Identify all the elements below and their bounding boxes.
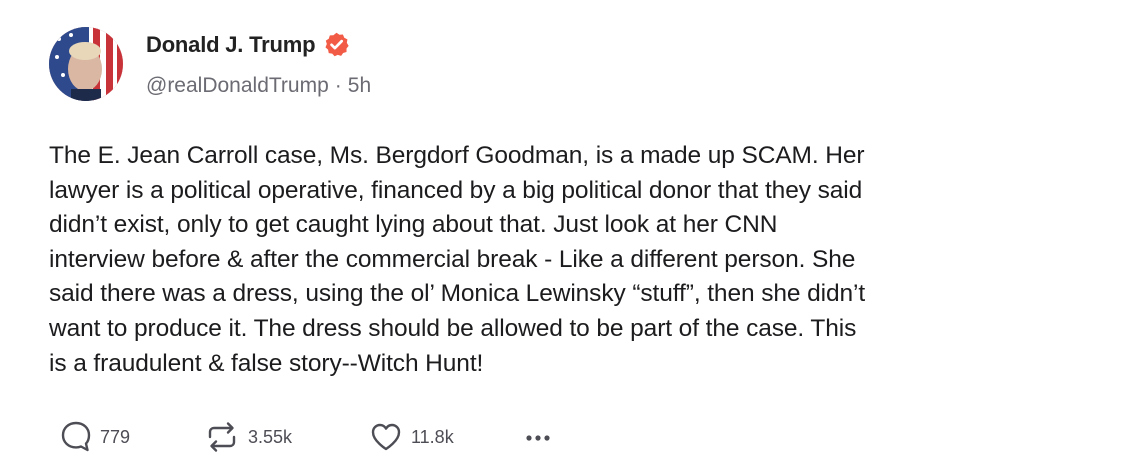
like-count: 11.8k [411, 426, 454, 447]
verified-badge-icon [323, 31, 350, 58]
post-actions: 779 3.55k 11.8k [60, 420, 620, 456]
author-handle[interactable]: @realDonaldTrump [146, 74, 329, 97]
reply-count: 779 [100, 426, 131, 447]
repost-arrows-icon [208, 422, 236, 452]
post-text-line: The E. Jean Carroll case, Ms. Bergdorf G… [49, 142, 865, 169]
post-timestamp[interactable]: 5h [348, 74, 371, 97]
author-row: Donald J. Trump [146, 31, 350, 58]
reply-button[interactable]: 779 [60, 420, 130, 454]
like-button[interactable]: 11.8k [369, 420, 454, 454]
meta-separator: · [334, 74, 342, 97]
retruth-button[interactable]: 3.55k [204, 420, 292, 454]
post-text-line: didn’t exist, only to get caught lying a… [49, 211, 778, 239]
author-avatar[interactable] [49, 27, 123, 101]
truth-post: Donald J. Trump @realDonaldTrump · 5h The … [0, 0, 1145, 475]
speech-bubble-icon [61, 421, 91, 452]
post-text-line: want to produce it. The dress should be … [49, 314, 857, 342]
author-display-name[interactable]: Donald J. Trump [146, 32, 316, 58]
avatar-image [49, 27, 123, 101]
post-text-line: interview before & after the commercial … [49, 245, 856, 273]
post-text-line: lawyer is a political operative, finance… [49, 176, 863, 204]
post-text-line: said there was a dress, using the ol’ Mo… [49, 280, 866, 308]
heart-icon [371, 423, 401, 451]
post-body: The E. Jean Carroll case, Ms. Bergdorf G… [49, 139, 1049, 381]
more-dots-icon [526, 435, 550, 441]
post-text-line: is a fraudulent & false story--Witch Hun… [49, 349, 484, 377]
more-options-button[interactable] [525, 428, 551, 448]
author-meta: @realDonaldTrump · 5h [146, 74, 371, 98]
retruth-count: 3.55k [248, 426, 293, 447]
